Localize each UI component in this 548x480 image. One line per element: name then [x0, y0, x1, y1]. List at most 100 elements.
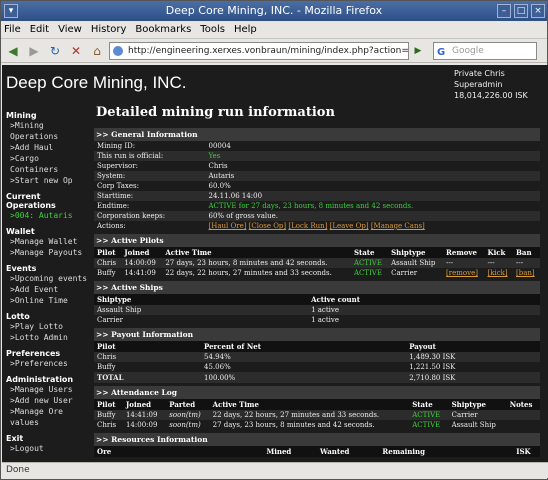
general-info-value: Chris [208, 162, 228, 170]
table-cell: 2,710.80 ISK [409, 373, 456, 382]
sidebar-link[interactable]: >Start new Op [2, 175, 90, 186]
column-header: Active Time [165, 248, 212, 257]
sidebar-link[interactable]: >Add Haul [2, 142, 90, 153]
table-cell[interactable]: [kick] [484, 268, 513, 278]
general-info-value: 00004 [208, 142, 231, 150]
table-row: Chris 14:00:09 soon(tm) 27 days, 23 hours, … [94, 420, 540, 430]
column-header: Wanted [319, 447, 350, 456]
sidebar-link[interactable]: >Add new User [2, 395, 90, 406]
table-row: Chris 54.94% 1,489.30 ISK [94, 352, 540, 362]
table-cell: 45.06% [204, 363, 231, 371]
maximize-icon[interactable]: □ [514, 4, 528, 18]
action-link[interactable]: [Lock Run] [288, 222, 327, 230]
general-info-label: Mining ID: [97, 142, 136, 150]
general-info-row: System: Autaris [94, 171, 540, 181]
user-info: Private Chris Superadmin 18,014,226.00 I… [454, 68, 528, 101]
general-info-row: Endtime: ACTIVE for 27 days, 23 hours, 8 … [94, 201, 540, 211]
forward-icon[interactable]: ▶ [25, 42, 43, 60]
general-info-value: 24.11.06 14:00 [208, 192, 263, 200]
sidebar-section-heading: Preferences [6, 349, 61, 358]
sidebar-link[interactable]: >Manage Ore values [2, 406, 90, 428]
sidebar-link[interactable]: >Manage Payouts [2, 247, 90, 258]
table-cell: 100.00% [204, 373, 236, 382]
menu-file[interactable]: File [4, 24, 21, 35]
general-info-row: Actions: [Haul Ore] [Close Op] [Lock Run]… [94, 221, 540, 231]
table-cell: TOTAL [97, 373, 124, 382]
sidebar-link[interactable]: >Logout [2, 443, 90, 454]
reload-icon[interactable]: ↻ [46, 42, 64, 60]
url-field[interactable]: http://engineering.xerxes.vonbraun/minin… [109, 41, 409, 60]
page-content: Deep Core Mining, INC. Private Chris Sup… [2, 65, 548, 463]
window-menu-icon[interactable]: ▾ [4, 4, 18, 18]
sidebar-link[interactable]: >Play Lotto [2, 321, 90, 332]
action-link[interactable]: [Leave Op] [330, 222, 369, 230]
action-link[interactable]: [Haul Ore] [209, 222, 247, 230]
table-cell: Carrier [451, 411, 478, 419]
column-header: Percent of Net [204, 342, 261, 351]
column-header: Notes [509, 400, 533, 409]
table-cell: soon(tm) [169, 421, 201, 429]
search-placeholder: Google [452, 45, 484, 56]
stop-icon[interactable]: ✕ [67, 42, 85, 60]
general-info-label: Corporation keeps: [97, 212, 166, 220]
sidebar-link[interactable]: >Upcoming events [2, 273, 90, 284]
minimize-icon[interactable]: – [497, 4, 511, 18]
sidebar-link[interactable]: >Online Time [2, 295, 90, 306]
menu-view[interactable]: View [58, 24, 82, 35]
search-field[interactable]: G Google [433, 41, 537, 60]
status-bar: Done [2, 462, 548, 478]
table-cell[interactable]: [ban] [513, 268, 540, 278]
column-header: Joined [125, 400, 152, 409]
table-cell: --- [446, 259, 454, 267]
sidebar-link[interactable]: >Manage Wallet [2, 236, 90, 247]
attendance-heading: >> Attendance Log [94, 386, 540, 399]
table-cell: 14:41:09 [125, 411, 158, 419]
menu-tools[interactable]: Tools [200, 24, 225, 35]
active-ships-heading: >> Active Ships [94, 281, 540, 294]
menu-history[interactable]: History [91, 24, 127, 35]
user-rank-name: Private Chris [454, 69, 505, 78]
sidebar-link[interactable]: >Mining Operations [2, 120, 90, 142]
column-header: Mined [266, 447, 292, 456]
site-header: Deep Core Mining, INC. Private Chris Sup… [2, 65, 548, 105]
general-info-row: Corporation keeps: 60% of gross value. [94, 211, 540, 221]
general-info-label: Endtime: [97, 202, 130, 210]
go-icon[interactable]: ▶ [411, 42, 425, 60]
general-info-value: 60% of gross value. [208, 212, 279, 220]
table-cell: Assault Ship [391, 259, 436, 267]
sidebar-link[interactable]: >004: Autaris [2, 210, 90, 221]
sidebar-link[interactable]: >Manage Users [2, 384, 90, 395]
general-info-value: Yes [208, 152, 221, 160]
menu-bookmarks[interactable]: Bookmarks [135, 24, 191, 35]
menu-edit[interactable]: Edit [30, 24, 49, 35]
column-header: Shiptype [451, 400, 486, 409]
table-cell: --- [516, 259, 524, 267]
sidebar-link[interactable]: >Add Event [2, 284, 90, 295]
table-header-row: Ore Mined Wanted Remaining ISK [94, 446, 540, 457]
sidebar-link[interactable]: >Cargo Containers [2, 153, 90, 175]
table-cell: Chris [97, 259, 117, 267]
table-row: Buffy 14:41:09 soon(tm) 22 days, 22 hours, … [94, 410, 540, 420]
back-icon[interactable]: ◀ [4, 42, 22, 60]
menu-help[interactable]: Help [234, 24, 257, 35]
user-role: Superadmin [454, 80, 503, 89]
general-info-label: Supervisor: [97, 162, 138, 170]
table-cell[interactable]: [remove] [443, 268, 484, 278]
home-icon[interactable]: ⌂ [88, 42, 106, 60]
table-cell: 1 active [311, 306, 339, 314]
close-icon[interactable]: × [531, 4, 545, 18]
general-info-row: Corp Taxes: 60.0% [94, 181, 540, 191]
site-brand[interactable]: Deep Core Mining, INC. [6, 73, 186, 93]
table-row: Chris 14:00:09 27 days, 23 hours, 8 minute… [94, 258, 540, 268]
sidebar-section-heading: Events [6, 264, 37, 273]
column-header: Ore [97, 447, 112, 456]
sidebar-link[interactable]: >Lotto Admin [2, 332, 90, 343]
column-header: Payout [409, 342, 436, 351]
column-header: State [353, 248, 375, 257]
page-title: Detailed mining run information [96, 105, 335, 120]
table-cell: 54.94% [204, 353, 231, 361]
action-link[interactable]: [Manage Cans] [371, 222, 425, 230]
nav-toolbar: ◀ ▶ ↻ ✕ ⌂ http://engineering.xerxes.vonb… [1, 39, 547, 63]
action-link[interactable]: [Close Op] [249, 222, 286, 230]
sidebar-link[interactable]: >Preferences [2, 358, 90, 369]
